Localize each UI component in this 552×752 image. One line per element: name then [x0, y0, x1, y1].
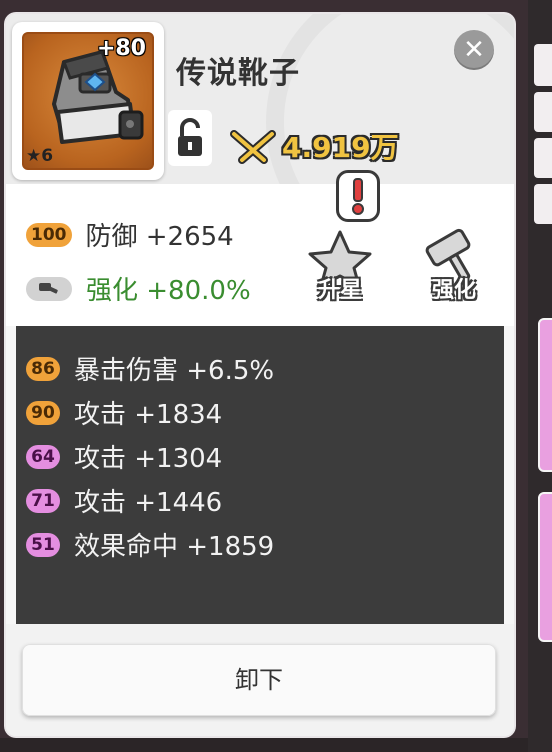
stat-level-badge: 100: [26, 222, 72, 247]
sub-stat-row: 64 攻击 +1304: [26, 438, 222, 475]
exclamation-icon: [352, 178, 364, 215]
background-list-item: [534, 92, 552, 132]
popup-footer: 卸下: [6, 624, 514, 736]
enhance-stat-text: 强化 +80.0%: [86, 276, 251, 306]
sub-stat-row: 90 攻击 +1834: [26, 394, 222, 431]
stat-level-badge: 86: [26, 356, 60, 381]
sub-stat-row: 86 暴击伤害 +6.5%: [26, 350, 274, 387]
star-up-button[interactable]: 升星: [304, 228, 376, 308]
unequip-button[interactable]: 卸下: [22, 644, 496, 716]
enhance-level-label: +80: [96, 36, 146, 61]
background-panel-right: [528, 0, 552, 752]
background-card: [538, 318, 552, 472]
item-header: +80 ★6 传说靴子 ✕ 4.919万: [6, 14, 514, 184]
background-list-item: [534, 44, 552, 86]
sub-stat-text: 攻击 +1304: [74, 444, 223, 474]
background-list-item: [534, 138, 552, 178]
hammer-icon: [26, 276, 72, 301]
main-stats-panel: 100 防御 +2654 强化 +80.0% 升星 强化: [6, 184, 514, 326]
star-up-label: 升星: [317, 278, 362, 303]
boots-icon: +80 ★6: [22, 32, 154, 170]
sub-stat-row: 51 效果命中 +1859: [26, 526, 274, 563]
sub-stat-row: 71 攻击 +1446: [26, 482, 222, 519]
crossed-swords-icon: [230, 130, 276, 164]
stat-level-badge: 71: [26, 488, 60, 513]
sub-stat-text: 暴击伤害 +6.5%: [74, 356, 275, 386]
item-icon-frame[interactable]: +80 ★6: [12, 22, 164, 180]
close-button[interactable]: ✕: [454, 30, 494, 70]
background-list-item: [534, 184, 552, 224]
unlock-icon: [178, 118, 202, 156]
combat-power-value: 4.919万: [282, 131, 399, 164]
enhance-label: 强化: [431, 278, 476, 303]
star-count: 6: [41, 146, 54, 166]
background-card: [538, 492, 552, 642]
sub-stat-text: 攻击 +1834: [74, 400, 223, 430]
sub-stats-panel: 86 暴击伤害 +6.5% 90 攻击 +1834 64 攻击 +1304 71…: [16, 326, 504, 624]
stat-level-badge: 64: [26, 444, 60, 469]
item-name: 传说靴子: [176, 56, 300, 91]
sub-stat-text: 攻击 +1446: [74, 488, 223, 518]
alert-badge: [336, 170, 380, 222]
star-icon: ★: [26, 146, 42, 166]
stat-level-badge: 90: [26, 400, 60, 425]
lock-toggle[interactable]: [168, 110, 212, 166]
main-stat-row: 强化 +80.0%: [26, 270, 251, 307]
star-rating: ★6: [26, 146, 53, 166]
background-bottom: [0, 738, 528, 752]
sub-stat-text: 效果命中 +1859: [74, 532, 275, 562]
stat-level-badge: 51: [26, 532, 60, 557]
main-stat-row: 100 防御 +2654: [26, 216, 234, 253]
main-stat-text: 防御 +2654: [85, 222, 234, 252]
item-detail-popup: +80 ★6 传说靴子 ✕ 4.919万 100 防御 +2654 强化 +80…: [6, 14, 514, 736]
enhance-button[interactable]: 强化: [418, 228, 490, 308]
